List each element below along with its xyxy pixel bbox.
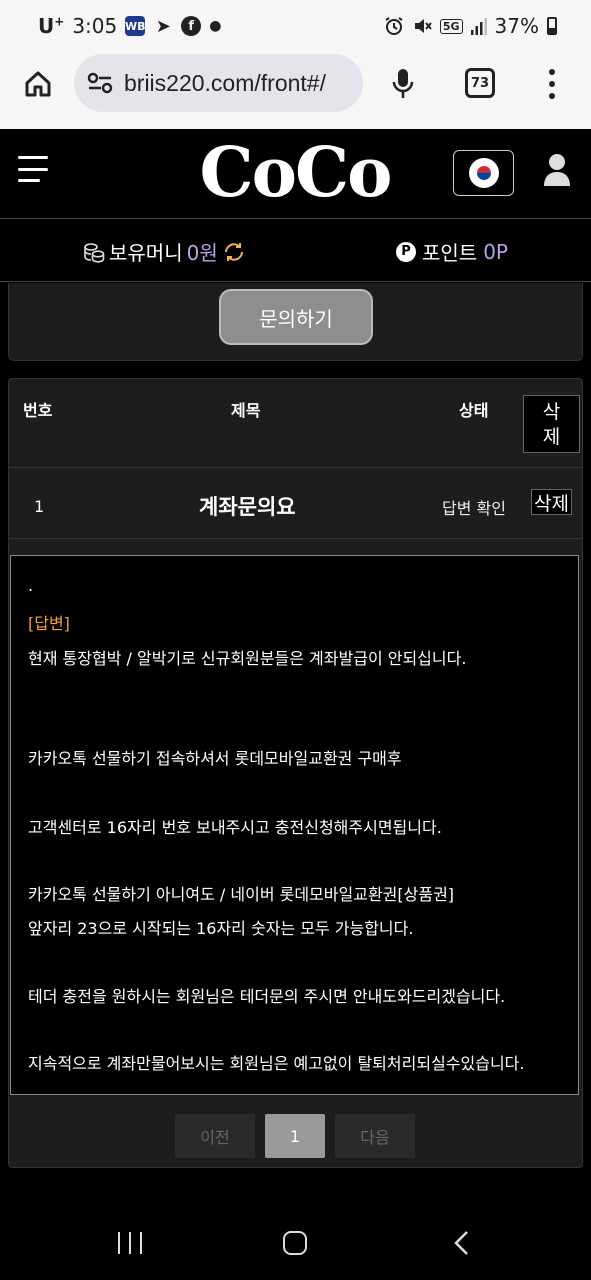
hamburger-menu-icon[interactable] <box>18 156 48 182</box>
battery-percent: 37% <box>494 14 539 38</box>
alarm-icon <box>385 17 403 35</box>
delete-all-button[interactable]: 삭제 <box>523 395 580 453</box>
back-icon[interactable] <box>452 1230 472 1256</box>
site-logo[interactable]: CoCo <box>188 135 402 211</box>
next-page-button[interactable]: 다음 <box>335 1114 415 1158</box>
answer-tag: [답변] <box>28 614 70 633</box>
signal-icon <box>470 18 487 35</box>
inquiry-button[interactable]: 문의하기 <box>219 289 373 345</box>
money-label: 보유머니 <box>109 241 183 265</box>
page-1-button[interactable]: 1 <box>265 1114 325 1158</box>
delete-all-label: 삭제 <box>542 401 561 448</box>
home-nav-icon[interactable] <box>283 1231 307 1255</box>
divider <box>9 538 582 539</box>
coins-icon <box>84 242 105 263</box>
column-header-number: 번호 <box>23 401 53 420</box>
browser-menu-button[interactable] <box>540 66 564 102</box>
inquiry-panel: 문의하기 <box>8 283 583 361</box>
mute-icon <box>414 19 432 33</box>
answer-line: 지속적으로 계좌만물어보시는 회원님은 예고없이 탈퇴처리되실수있습니다. <box>28 1054 525 1073</box>
tab-switcher-button[interactable]: 73 <box>465 68 495 98</box>
telegram-icon: ➤ <box>155 15 171 37</box>
answer-line: 카카오톡 선물하기 아니여도 / 네이버 롯데모바일교환권[상품권] <box>28 885 455 904</box>
recent-apps-icon[interactable] <box>118 1232 142 1254</box>
home-icon <box>25 71 51 97</box>
divider <box>9 467 582 468</box>
point-icon: P <box>396 241 416 262</box>
answer-line: 테더 충전을 원하시는 회원님은 테더문의 주시면 안내도와드리겠습니다. <box>28 987 506 1006</box>
network-5g-icon: 5G <box>439 18 463 34</box>
prev-page-button[interactable]: 이전 <box>175 1114 255 1158</box>
korea-flag-icon <box>468 158 499 188</box>
microphone-icon <box>392 69 414 98</box>
battery-icon <box>547 17 557 35</box>
refresh-icon[interactable] <box>222 240 246 264</box>
more-dot-icon <box>549 81 555 87</box>
answer-line: 고객센터로 16자리 번호 보내주시고 충전신청해주시면됩니다. <box>28 818 442 837</box>
clock: 3:05 <box>72 14 118 38</box>
row-title[interactable]: 계좌문의요 <box>199 491 296 521</box>
inquiry-list: 번호 제목 상태 삭제 1 계좌문의요 답변 확인 삭제 . [답변] 현재 통… <box>8 378 583 1168</box>
browser-home-button[interactable] <box>18 64 58 104</box>
money-balance: 보유머니 0원 <box>83 237 246 266</box>
row-delete-button[interactable]: 삭제 <box>531 489 572 515</box>
carrier-label: U+ <box>38 14 65 38</box>
system-nav-bar <box>0 1200 591 1280</box>
answer-line: 앞자리 23으로 시작되는 16자리 숫자는 모두 가능합니다. <box>28 919 414 938</box>
site-header: CoCo <box>0 129 591 219</box>
more-notifications-icon: ● <box>209 18 222 34</box>
column-header-status: 상태 <box>459 401 489 420</box>
status-bar: U+ 3:05 WB ➤ f ● 5G 37% <box>0 0 591 52</box>
more-dot-icon <box>549 93 555 99</box>
url-text: briis220.com/front#/ <box>124 69 326 96</box>
point-value: 0P <box>483 239 508 264</box>
main-content: 문의하기 번호 제목 상태 삭제 1 계좌문의요 답변 확인 삭제 . [답변]… <box>0 283 591 1183</box>
voice-search-button[interactable] <box>388 66 418 102</box>
column-header-title: 제목 <box>231 401 261 420</box>
money-value: 0원 <box>186 241 218 265</box>
row-status[interactable]: 답변 확인 <box>442 495 506 519</box>
browser-toolbar: briis220.com/front#/ 73 <box>0 52 591 129</box>
address-bar[interactable]: briis220.com/front#/ <box>74 54 363 112</box>
answer-line: 카카오톡 선물하기 접속하셔서 롯데모바일교환권 구매후 <box>28 749 402 768</box>
answer-line: 현재 통장협박 / 알박기로 신규회원분들은 계좌발급이 안되십니다. <box>28 649 467 668</box>
more-dot-icon <box>549 69 555 75</box>
site-settings-icon[interactable] <box>86 69 114 97</box>
answer-content: . [답변] 현재 통장협박 / 알박기로 신규회원분들은 계좌발급이 안되십니… <box>10 555 579 1095</box>
row-number: 1 <box>34 497 45 516</box>
app-notification-icon: WB <box>125 16 146 36</box>
point-balance: P 포인트 0P <box>396 237 508 266</box>
pagination: 이전 1 다음 <box>9 1114 582 1166</box>
answer-dot: . <box>28 576 34 595</box>
language-button[interactable] <box>453 150 514 196</box>
facebook-icon: f <box>181 16 202 36</box>
money-bar: 보유머니 0원 P 포인트 0P <box>0 220 591 282</box>
user-icon[interactable] <box>543 153 571 187</box>
point-label: 포인트 <box>422 241 478 265</box>
